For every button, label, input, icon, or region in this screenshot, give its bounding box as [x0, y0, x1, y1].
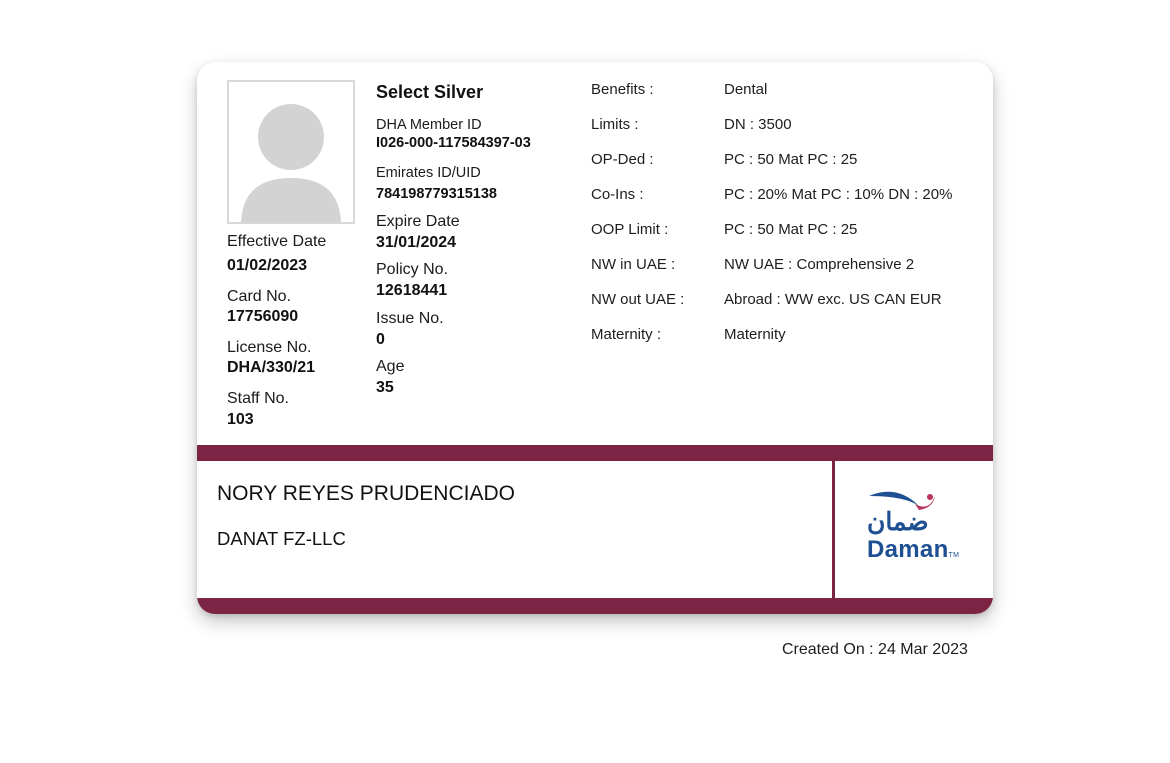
age-value: 35 — [376, 379, 394, 396]
issue-no-value: 0 — [376, 331, 385, 348]
staff-no-value: 103 — [227, 411, 254, 428]
staff-no-label: Staff No. — [227, 390, 289, 407]
op-ded-label: OP-Ded : — [591, 151, 654, 168]
nw-out-uae-label: NW out UAE : — [591, 291, 685, 308]
expire-date-value: 31/01/2024 — [376, 234, 457, 251]
card-no-label: Card No. — [227, 288, 292, 305]
created-on: Created On : 24 Mar 2023 — [782, 641, 968, 658]
insurance-card: Effective Date 01/02/2023 Card No. 17756… — [197, 62, 993, 614]
member-photo — [227, 80, 355, 224]
nw-out-uae-value: Abroad : WW exc. US CAN EUR — [724, 291, 942, 308]
avatar-placeholder-icon — [241, 104, 341, 222]
co-ins-value: PC : 20% Mat PC : 10% DN : 20% — [724, 186, 953, 203]
license-no-label: License No. — [227, 339, 312, 356]
expire-date-label: Expire Date — [376, 213, 460, 230]
nw-in-uae-label: NW in UAE : — [591, 256, 676, 273]
co-ins-label: Co-Ins : — [591, 186, 644, 203]
op-ded-value: PC : 50 Mat PC : 25 — [724, 151, 858, 168]
limits-value: DN : 3500 — [724, 116, 792, 133]
daman-logo-english: Daman — [867, 536, 949, 563]
emirates-id-label: Emirates ID/UID — [376, 165, 481, 181]
license-no-value: DHA/330/21 — [227, 359, 316, 376]
effective-date-value: 01/02/2023 — [227, 257, 308, 274]
oop-limit-value: PC : 50 Mat PC : 25 — [724, 221, 858, 238]
plan-name: Select Silver — [376, 82, 484, 102]
daman-logo-english-wrap: DamanTM — [867, 536, 959, 564]
issue-no-label: Issue No. — [376, 310, 444, 327]
policy-no-label: Policy No. — [376, 261, 449, 278]
limits-label: Limits : — [591, 116, 639, 133]
dha-member-id-label: DHA Member ID — [376, 117, 482, 133]
effective-date-label: Effective Date — [227, 233, 327, 250]
maternity-label: Maternity : — [591, 326, 662, 343]
dha-member-id-value: I026-000-117584397-03 — [376, 135, 531, 151]
policy-no-value: 12618441 — [376, 282, 448, 299]
emirates-id-value: 784198779315138 — [376, 186, 497, 202]
card-band-top — [197, 445, 993, 461]
benefits-label: Benefits : — [591, 81, 654, 98]
card-no-value: 17756090 — [227, 308, 299, 325]
oop-limit-label: OOP Limit : — [591, 221, 669, 238]
card-vertical-divider — [832, 461, 835, 598]
nw-in-uae-value: NW UAE : Comprehensive 2 — [724, 256, 915, 273]
maternity-value: Maternity — [724, 326, 786, 343]
card-band-bottom — [197, 598, 993, 614]
benefits-value: Dental — [724, 81, 768, 98]
daman-logo: ضمان DamanTM — [857, 482, 967, 582]
company-name: DANAT FZ-LLC — [217, 528, 346, 549]
age-label: Age — [376, 358, 405, 375]
member-name: NORY REYES PRUDENCIADO — [217, 482, 515, 505]
daman-logo-arabic: ضمان — [867, 508, 929, 536]
daman-logo-tm: TM — [948, 552, 960, 559]
